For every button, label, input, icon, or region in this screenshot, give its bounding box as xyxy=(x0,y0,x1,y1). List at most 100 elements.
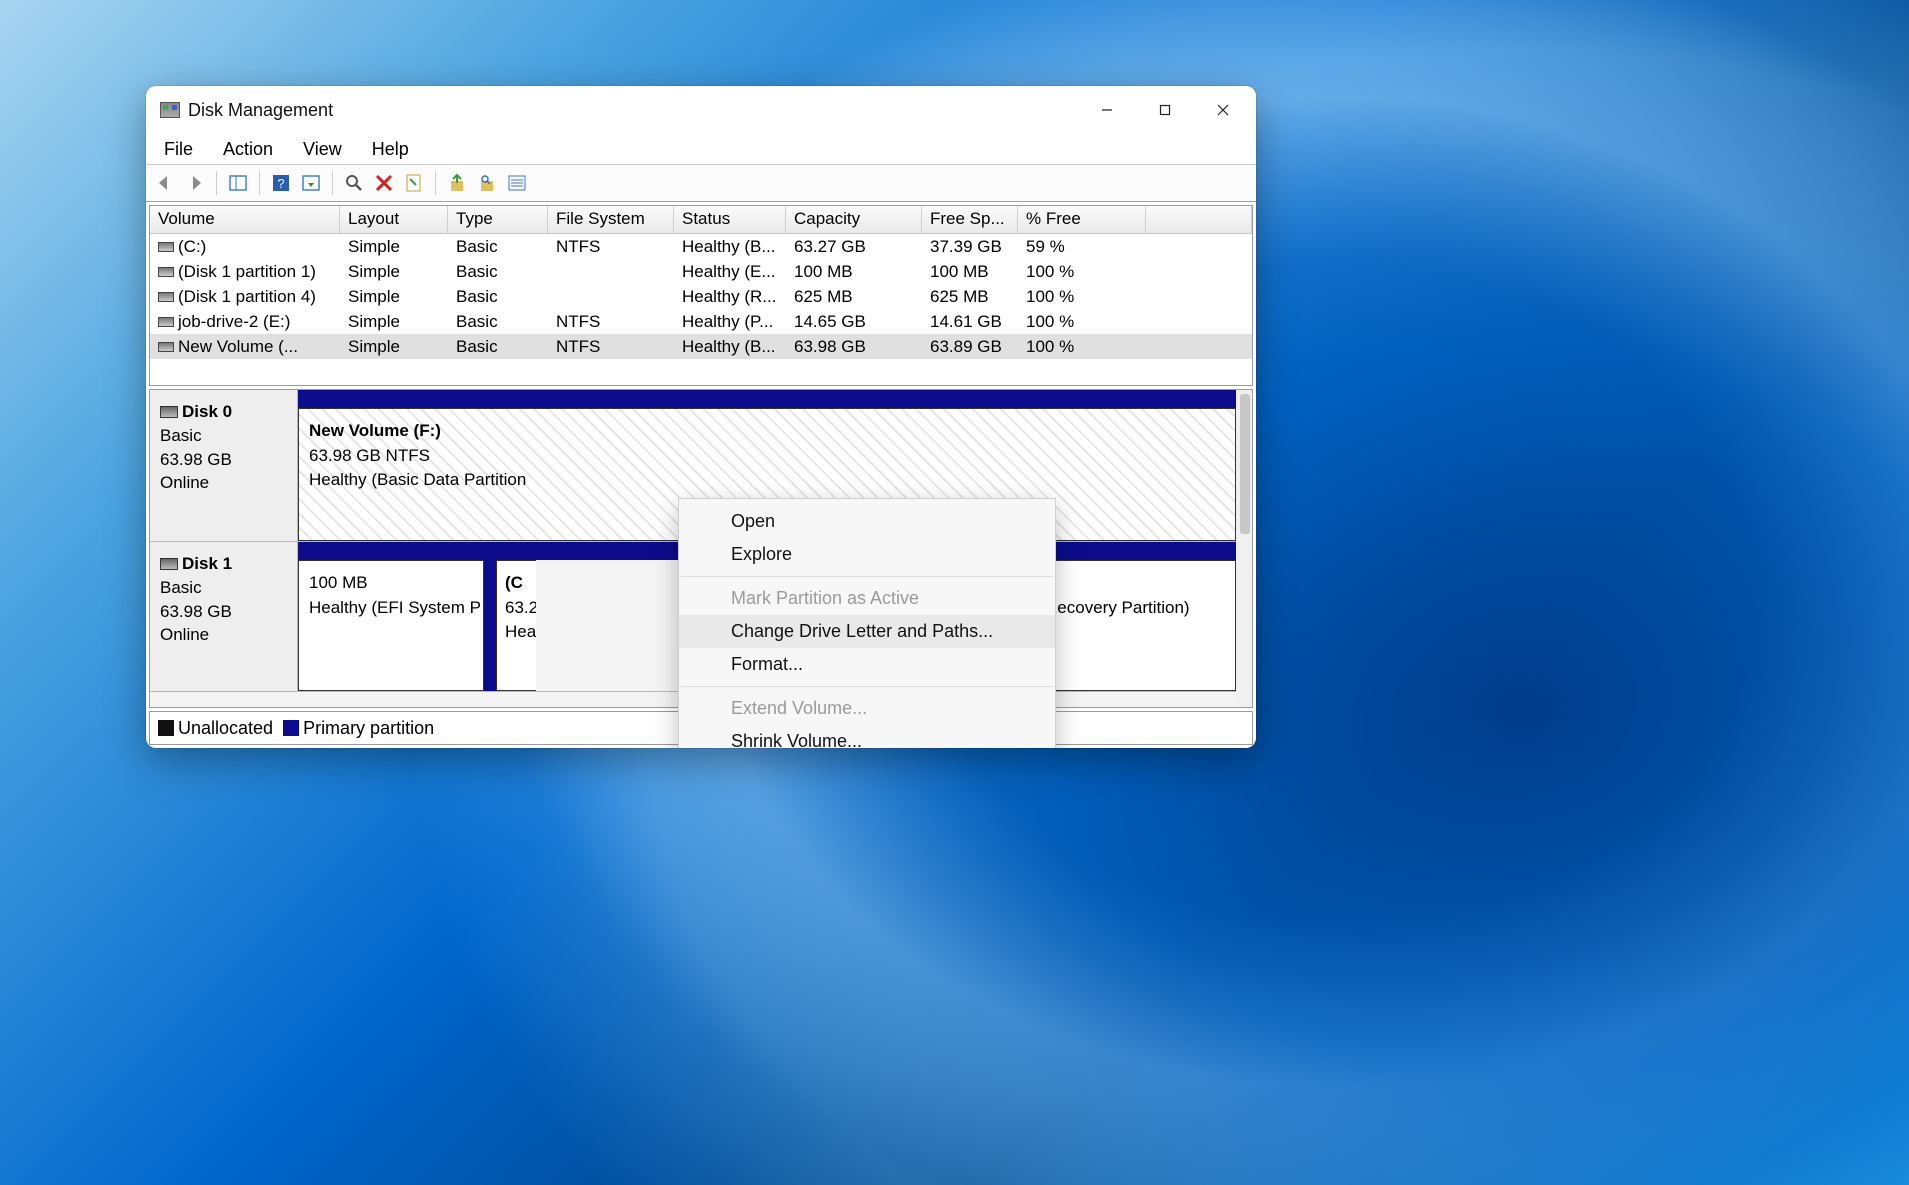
cell: (C:) xyxy=(150,237,340,257)
cell: Healthy (R... xyxy=(674,287,786,307)
cell: Basic xyxy=(448,262,548,282)
cm-shrink-volume[interactable]: Shrink Volume... xyxy=(679,725,1055,748)
cm-open[interactable]: Open xyxy=(679,505,1055,538)
cell: Healthy (B... xyxy=(674,337,786,357)
cm-format[interactable]: Format... xyxy=(679,648,1055,681)
col-layout[interactable]: Layout xyxy=(340,206,448,233)
drive-icon xyxy=(158,342,174,352)
cell: 63.89 GB xyxy=(922,337,1018,357)
menu-help[interactable]: Help xyxy=(368,137,413,162)
cell: Basic xyxy=(448,312,548,332)
show-hide-tree-button[interactable] xyxy=(225,170,251,196)
disk-icon xyxy=(160,558,178,570)
disk-label[interactable]: Disk 0Basic63.98 GBOnline xyxy=(150,390,298,541)
drive-icon xyxy=(158,267,174,277)
cell: 100 MB xyxy=(786,262,922,282)
cell: 100 % xyxy=(1018,287,1146,307)
back-button[interactable] xyxy=(152,170,178,196)
cell: (Disk 1 partition 1) xyxy=(150,262,340,282)
menu-file[interactable]: File xyxy=(160,137,197,162)
legend-unallocated: Unallocated xyxy=(178,718,273,738)
list-button[interactable] xyxy=(504,170,530,196)
col-status[interactable]: Status xyxy=(674,206,786,233)
cm-mark-active: Mark Partition as Active xyxy=(679,582,1055,615)
cell: Simple xyxy=(340,237,448,257)
drive-icon xyxy=(158,317,174,327)
delete-button[interactable] xyxy=(371,170,397,196)
col-capacity[interactable]: Capacity xyxy=(786,206,922,233)
cell: 100 % xyxy=(1018,262,1146,282)
export-button[interactable] xyxy=(444,170,470,196)
table-row[interactable]: (Disk 1 partition 1)SimpleBasic Healthy (… xyxy=(150,259,1252,284)
table-row[interactable]: (C:)SimpleBasicNTFSHealthy (B...63.27 GB… xyxy=(150,234,1252,259)
cell: Simple xyxy=(340,262,448,282)
cm-extend-volume: Extend Volume... xyxy=(679,692,1055,725)
cm-explore[interactable]: Explore xyxy=(679,538,1055,571)
volume-list-body: (C:)SimpleBasicNTFSHealthy (B...63.27 GB… xyxy=(150,234,1252,359)
search-button[interactable] xyxy=(474,170,500,196)
close-button[interactable] xyxy=(1194,86,1252,134)
titlebar[interactable]: Disk Management xyxy=(146,86,1256,134)
cell: Simple xyxy=(340,337,448,357)
volume-list: Volume Layout Type File System Status Ca… xyxy=(149,205,1253,386)
cell: 59 % xyxy=(1018,237,1146,257)
partition-context-menu: Open Explore Mark Partition as Active Ch… xyxy=(678,498,1056,748)
table-row[interactable]: job-drive-2 (E:)SimpleBasicNTFSHealthy (… xyxy=(150,309,1252,334)
disk-management-window: Disk Management File Action View Help ? … xyxy=(146,86,1256,748)
window-title: Disk Management xyxy=(188,100,333,121)
svg-text:?: ? xyxy=(277,176,284,191)
menu-view[interactable]: View xyxy=(299,137,346,162)
forward-button[interactable] xyxy=(182,170,208,196)
window-controls xyxy=(1078,86,1252,134)
cell: Basic xyxy=(448,287,548,307)
cell: (Disk 1 partition 4) xyxy=(150,287,340,307)
volume-list-header: Volume Layout Type File System Status Ca… xyxy=(150,206,1252,234)
cell: Simple xyxy=(340,287,448,307)
scrollbar[interactable] xyxy=(1236,390,1252,707)
cell: New Volume (... xyxy=(150,337,340,357)
table-row[interactable]: New Volume (...SimpleBasicNTFSHealthy (B… xyxy=(150,334,1252,359)
drive-icon xyxy=(158,242,174,252)
cell: 14.65 GB xyxy=(786,312,922,332)
actions-button[interactable] xyxy=(298,170,324,196)
cell: Healthy (P... xyxy=(674,312,786,332)
partition[interactable]: 100 MBHealthy (EFI System P xyxy=(298,560,484,691)
disk-icon xyxy=(160,406,178,418)
cell: 14.61 GB xyxy=(922,312,1018,332)
cell: Healthy (E... xyxy=(674,262,786,282)
cell: 63.98 GB xyxy=(786,337,922,357)
disk-label[interactable]: Disk 1Basic63.98 GBOnline xyxy=(150,542,298,691)
table-row[interactable]: (Disk 1 partition 4)SimpleBasic Healthy (… xyxy=(150,284,1252,309)
cell: 37.39 GB xyxy=(922,237,1018,257)
cell: 625 MB xyxy=(786,287,922,307)
cell: NTFS xyxy=(548,312,674,332)
swatch-unallocated-icon xyxy=(158,720,174,736)
cell: job-drive-2 (E:) xyxy=(150,312,340,332)
col-volume[interactable]: Volume xyxy=(150,206,340,233)
col-filesystem[interactable]: File System xyxy=(548,206,674,233)
cm-change-drive-letter[interactable]: Change Drive Letter and Paths... xyxy=(679,615,1055,648)
disk-header-bar xyxy=(298,390,1236,408)
menubar: File Action View Help xyxy=(146,134,1256,164)
drive-icon xyxy=(158,292,174,302)
cell: NTFS xyxy=(548,337,674,357)
col-free[interactable]: Free Sp... xyxy=(922,206,1018,233)
minimize-button[interactable] xyxy=(1078,86,1136,134)
properties-button[interactable] xyxy=(401,170,427,196)
refresh-button[interactable] xyxy=(341,170,367,196)
help-button[interactable]: ? xyxy=(268,170,294,196)
menu-action[interactable]: Action xyxy=(219,137,277,162)
col-spacer[interactable] xyxy=(1146,206,1252,233)
partition[interactable]: (C63.2Hea xyxy=(496,560,536,691)
cell: NTFS xyxy=(548,237,674,257)
cell: 100 % xyxy=(1018,312,1146,332)
col-type[interactable]: Type xyxy=(448,206,548,233)
cell: 100 % xyxy=(1018,337,1146,357)
cell: Healthy (B... xyxy=(674,237,786,257)
maximize-button[interactable] xyxy=(1136,86,1194,134)
swatch-primary-icon xyxy=(283,720,299,736)
col-pctfree[interactable]: % Free xyxy=(1018,206,1146,233)
legend-primary: Primary partition xyxy=(303,718,434,738)
cell: 100 MB xyxy=(922,262,1018,282)
partition-gap xyxy=(484,560,496,691)
